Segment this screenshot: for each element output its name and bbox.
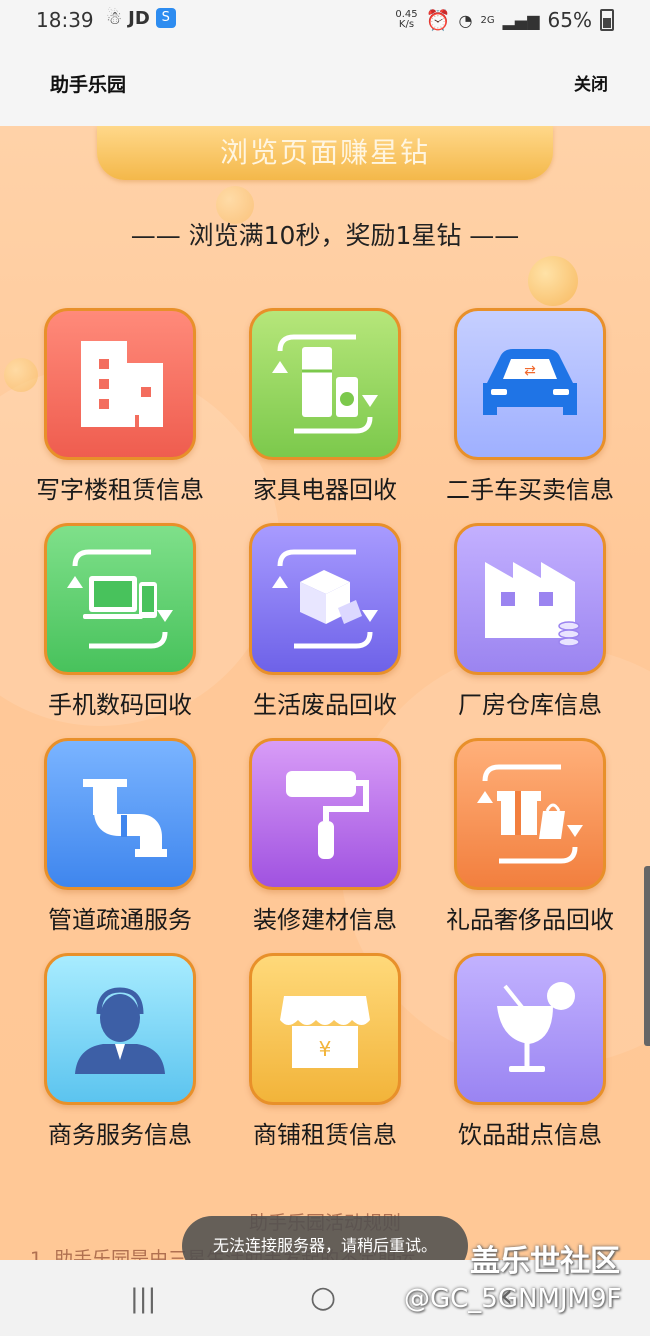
office-building-icon: [81, 341, 163, 427]
grid-item-label: 写字楼租赁信息: [36, 476, 204, 504]
grid-item-factory[interactable]: 厂房仓库信息: [430, 523, 630, 720]
tile: [249, 738, 401, 890]
grid-item-label: 生活废品回收: [253, 691, 397, 719]
signal-icon: ▂▄▆: [502, 10, 540, 30]
grid-item-pipe-service[interactable]: 管道疏通服务: [20, 738, 220, 935]
digital-recycle-icon: [67, 549, 173, 649]
grid-item-label: 装修建材信息: [253, 906, 397, 934]
grid-item-label: 礼品奢侈品回收: [446, 906, 614, 934]
status-bar: 18:39 ☃ JD S 0.45 K/s ⏰ ◔ 2G ▂▄▆ 65%: [0, 0, 650, 40]
main-content[interactable]: 浏览页面赚星钻 —— 浏览满10秒，奖励1星钻 —— 写字楼租赁信息 家具电器回…: [0, 126, 650, 1260]
battery-icon: [600, 9, 614, 31]
grid-item-digital-recycle[interactable]: 手机数码回收: [20, 523, 220, 720]
tile: [454, 953, 606, 1105]
alarm-icon: ⏰: [425, 8, 451, 32]
gift-recycle-icon: [477, 764, 583, 864]
tile: [44, 308, 196, 460]
grid-item-label: 厂房仓库信息: [458, 691, 602, 719]
banner-subtitle: —— 浏览满10秒，奖励1星钻 ——: [130, 221, 520, 250]
tile: ⇄: [454, 308, 606, 460]
recent-apps-button[interactable]: |||: [130, 1284, 156, 1314]
coin-decoration: [528, 256, 578, 306]
page-title: 助手乐园: [50, 74, 127, 96]
status-right: 0.45 K/s ⏰ ◔ 2G ▂▄▆ 65%: [395, 8, 614, 32]
appliance-recycle-icon: [272, 334, 378, 434]
watermark-title: 盖乐世社区: [470, 1244, 620, 1279]
shop-icon: ¥: [280, 996, 370, 1068]
grid-item-label: 商务服务信息: [48, 1121, 192, 1149]
notification-icons: ☃ JD S: [106, 8, 176, 29]
edge-panel-handle[interactable]: [644, 866, 650, 1046]
grid-item-gift-recycle[interactable]: 礼品奢侈品回收: [430, 738, 630, 935]
banner: 浏览页面赚星钻: [97, 126, 553, 180]
wifi-icon: ◔: [458, 10, 473, 30]
grid-item-office-rental[interactable]: 写字楼租赁信息: [20, 308, 220, 505]
s-app-icon: S: [155, 8, 176, 28]
banner-title: 浏览页面赚星钻: [219, 136, 430, 169]
grid-item-used-car[interactable]: ⇄ 二手车买卖信息: [430, 308, 630, 505]
tile: [249, 523, 401, 675]
svg-text:⇄: ⇄: [524, 363, 536, 379]
grid-item-label: 家具电器回收: [253, 476, 397, 504]
person-icon: ☃: [106, 8, 123, 29]
grid-item-drink[interactable]: 饮品甜点信息: [430, 953, 630, 1150]
pipe-icon: [83, 779, 167, 857]
car-trade-icon: ⇄: [483, 349, 577, 415]
tile: [454, 738, 606, 890]
grid-item-business-service[interactable]: 商务服务信息: [20, 953, 220, 1150]
tile: [44, 738, 196, 890]
grid-item-label: 管道疏通服务: [48, 906, 192, 934]
tile: ¥: [249, 953, 401, 1105]
customer-service-icon: [75, 987, 165, 1074]
signal-label: 2G: [480, 14, 495, 26]
title-bar: 助手乐园 关闭: [0, 40, 650, 126]
grid-item-label: 手机数码回收: [48, 691, 192, 719]
grid-item-label: 饮品甜点信息: [458, 1121, 602, 1149]
jd-icon: JD: [128, 8, 150, 29]
waste-recycle-icon: [272, 549, 378, 649]
drink-icon: [497, 982, 575, 1072]
tile: [454, 523, 606, 675]
watermark-user: @GC_5GNMJM9F: [404, 1284, 622, 1314]
grid-item-label: 二手车买卖信息: [446, 476, 614, 504]
tile: [249, 308, 401, 460]
close-button[interactable]: 关闭: [574, 70, 608, 95]
network-speed: 0.45 K/s: [395, 10, 417, 30]
grid-item-appliance-recycle[interactable]: 家具电器回收: [225, 308, 425, 505]
toast-message: 无法连接服务器，请稍后重试。: [182, 1216, 468, 1260]
battery-percent: 65%: [547, 8, 592, 32]
tile: [44, 953, 196, 1105]
status-time: 18:39: [36, 8, 94, 32]
grid-item-waste-recycle[interactable]: 生活废品回收: [225, 523, 425, 720]
home-button[interactable]: ○: [310, 1280, 336, 1315]
speed-unit: K/s: [398, 19, 415, 30]
factory-icon: [485, 562, 580, 647]
grid-item-label: 商铺租赁信息: [253, 1121, 397, 1149]
tile: [44, 523, 196, 675]
grid-item-shop-rental[interactable]: ¥ 商铺租赁信息: [225, 953, 425, 1150]
svg-text:¥: ¥: [319, 1037, 332, 1061]
grid-item-decoration[interactable]: 装修建材信息: [225, 738, 425, 935]
paint-roller-icon: [286, 771, 369, 859]
